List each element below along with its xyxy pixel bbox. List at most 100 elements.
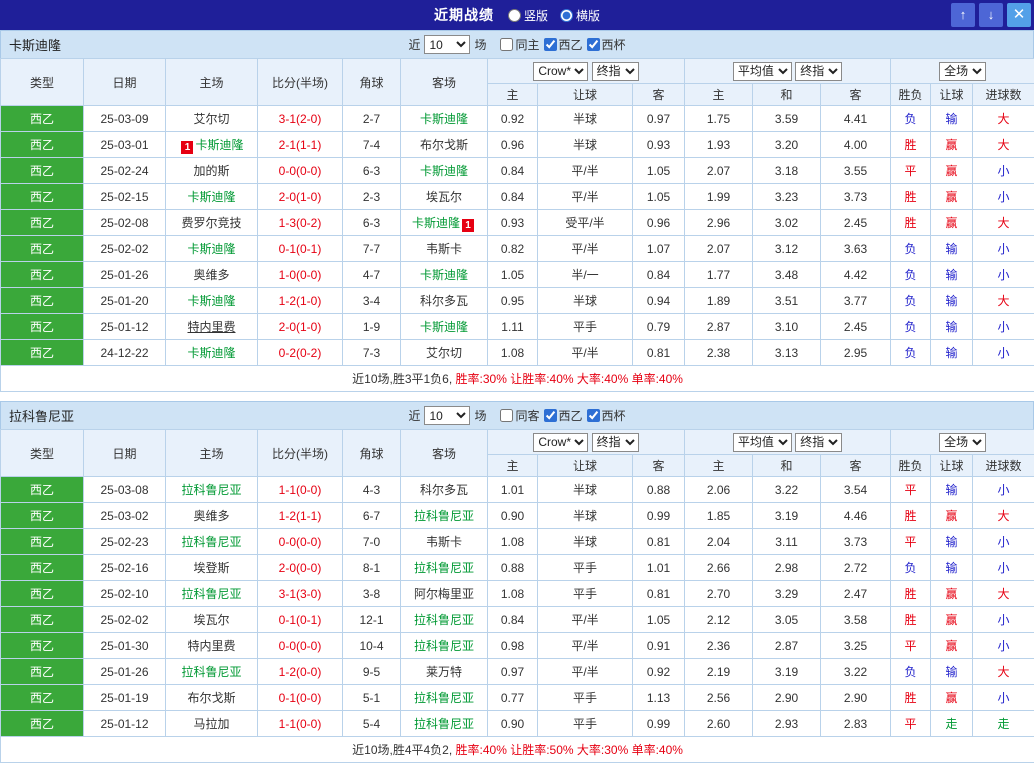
handicap-line: 半/一 (538, 262, 633, 288)
cup-checkbox[interactable] (587, 38, 600, 51)
close-icon: ✕ (1013, 6, 1026, 23)
team-link[interactable]: 拉科鲁尼亚 (414, 691, 474, 705)
avg-stage-select[interactable]: 终指 (795, 433, 842, 452)
corner-score: 7-3 (343, 340, 401, 366)
team-link[interactable]: 莱万特 (426, 665, 462, 679)
layout-radio-horizontal[interactable]: 横版 (560, 7, 600, 24)
average-select[interactable]: 平均值 (733, 433, 792, 452)
team-link[interactable]: 拉科鲁尼亚 (414, 509, 474, 523)
team-link[interactable]: 布尔戈斯 (420, 138, 468, 152)
away-team-cell: 拉科鲁尼亚 (401, 607, 488, 633)
avg-home-odds: 1.99 (685, 184, 753, 210)
team-link[interactable]: 拉科鲁尼亚 (181, 535, 241, 549)
team-link[interactable]: 艾尔切 (426, 346, 462, 360)
team-link[interactable]: 拉科鲁尼亚 (414, 639, 474, 653)
cup-filter[interactable]: 西杯 (587, 407, 626, 424)
avg-draw-odds: 3.12 (753, 236, 821, 262)
team-link[interactable]: 埃瓦尔 (426, 190, 462, 204)
league-filter[interactable]: 西乙 (544, 407, 583, 424)
team-link[interactable]: 拉科鲁尼亚 (414, 561, 474, 575)
team-link[interactable]: 拉科鲁尼亚 (181, 665, 241, 679)
match-row: 西乙25-01-20卡斯迪隆1-2(1-0)3-4科尔多瓦0.95半球0.941… (1, 288, 1034, 314)
team-link[interactable]: 奥维多 (193, 509, 229, 523)
team-link[interactable]: 科尔多瓦 (420, 294, 468, 308)
team-link[interactable]: 卡斯迪隆 (420, 164, 468, 178)
avg-draw-odds: 3.48 (753, 262, 821, 288)
goals-result-flag: 大 (973, 288, 1034, 314)
team-link[interactable]: 艾尔切 (193, 112, 229, 126)
home-odds: 1.05 (488, 262, 538, 288)
team-link[interactable]: 卡斯迪隆 (195, 138, 243, 152)
bookmaker-odds-group: Crow* 终指 (488, 430, 685, 455)
scope-select[interactable]: 全场 (939, 433, 986, 452)
handicap-result-flag: 输 (931, 477, 973, 503)
avg-away-odds: 3.73 (821, 184, 891, 210)
match-date: 25-02-10 (84, 581, 166, 607)
league-checkbox[interactable] (544, 38, 557, 51)
scope-select[interactable]: 全场 (939, 62, 986, 81)
team-link[interactable]: 韦斯卡 (426, 242, 462, 256)
team-link[interactable]: 拉科鲁尼亚 (414, 613, 474, 627)
handicap-result-flag: 赢 (931, 633, 973, 659)
close-button[interactable]: ✕ (1007, 3, 1031, 27)
team-link[interactable]: 卡斯迪隆 (187, 190, 235, 204)
vertical-radio[interactable] (508, 9, 521, 22)
team-link[interactable]: 拉科鲁尼亚 (181, 587, 241, 601)
home-odds: 1.11 (488, 314, 538, 340)
team-link[interactable]: 卡斯迪隆 (187, 242, 235, 256)
same-venue-checkbox[interactable] (500, 409, 513, 422)
sub-col-goals: 进球数 (973, 455, 1034, 477)
odds-stage-select[interactable]: 终指 (592, 62, 639, 81)
same-venue-checkbox[interactable] (500, 38, 513, 51)
team-link[interactable]: 布尔戈斯 (187, 691, 235, 705)
home-team-cell: 加的斯 (166, 158, 258, 184)
team-link[interactable]: 韦斯卡 (426, 535, 462, 549)
avg-stage-select[interactable]: 终指 (795, 62, 842, 81)
match-score: 0-0(0-0) (258, 158, 343, 184)
goals-result-flag: 小 (973, 158, 1034, 184)
team-link[interactable]: 拉科鲁尼亚 (414, 717, 474, 731)
col-type: 类型 (1, 430, 84, 477)
team-link[interactable]: 埃登斯 (193, 561, 229, 575)
team-link[interactable]: 卡斯迪隆 (412, 216, 460, 230)
team-link[interactable]: 卡斯迪隆 (187, 346, 235, 360)
team-link[interactable]: 科尔多瓦 (420, 483, 468, 497)
bookmaker-select[interactable]: Crow* (533, 62, 588, 81)
team-link[interactable]: 加的斯 (193, 164, 229, 178)
team-link[interactable]: 埃瓦尔 (193, 613, 229, 627)
team-link[interactable]: 卡斯迪隆 (420, 268, 468, 282)
handicap-result-flag: 赢 (931, 685, 973, 711)
move-up-button[interactable]: ↑ (951, 3, 975, 27)
home-team-cell: 特内里费 (166, 633, 258, 659)
team-link[interactable]: 拉科鲁尼亚 (181, 483, 241, 497)
match-count-select[interactable]: 10 (424, 35, 470, 54)
same-venue-filter[interactable]: 同客 (500, 407, 539, 424)
match-date: 25-02-02 (84, 236, 166, 262)
home-team-cell: 布尔戈斯 (166, 685, 258, 711)
average-select[interactable]: 平均值 (733, 62, 792, 81)
odds-stage-select[interactable]: 终指 (592, 433, 639, 452)
bookmaker-select[interactable]: Crow* (533, 433, 588, 452)
horizontal-radio[interactable] (560, 9, 573, 22)
match-count-select[interactable]: 10 (424, 406, 470, 425)
team-link[interactable]: 卡斯迪隆 (187, 294, 235, 308)
team-link[interactable]: 阿尔梅里亚 (414, 587, 474, 601)
team-link[interactable]: 奥维多 (193, 268, 229, 282)
team-link[interactable]: 特内里费 (187, 639, 235, 653)
league-checkbox[interactable] (544, 409, 557, 422)
league-filter[interactable]: 西乙 (544, 36, 583, 53)
team-link[interactable]: 特内里费 (187, 320, 235, 334)
goals-result-flag: 大 (973, 581, 1034, 607)
team-link[interactable]: 费罗尔竞技 (181, 216, 241, 230)
home-team-cell: 1卡斯迪隆 (166, 132, 258, 158)
result-flag: 胜 (891, 685, 931, 711)
team-link[interactable]: 卡斯迪隆 (420, 320, 468, 334)
team-link[interactable]: 卡斯迪隆 (420, 112, 468, 126)
move-down-button[interactable]: ↓ (979, 3, 1003, 27)
same-venue-filter[interactable]: 同主 (500, 36, 539, 53)
cup-filter[interactable]: 西杯 (587, 36, 626, 53)
cup-checkbox[interactable] (587, 409, 600, 422)
col-home: 主场 (166, 430, 258, 477)
team-link[interactable]: 马拉加 (193, 717, 229, 731)
layout-radio-vertical[interactable]: 竖版 (508, 7, 548, 24)
